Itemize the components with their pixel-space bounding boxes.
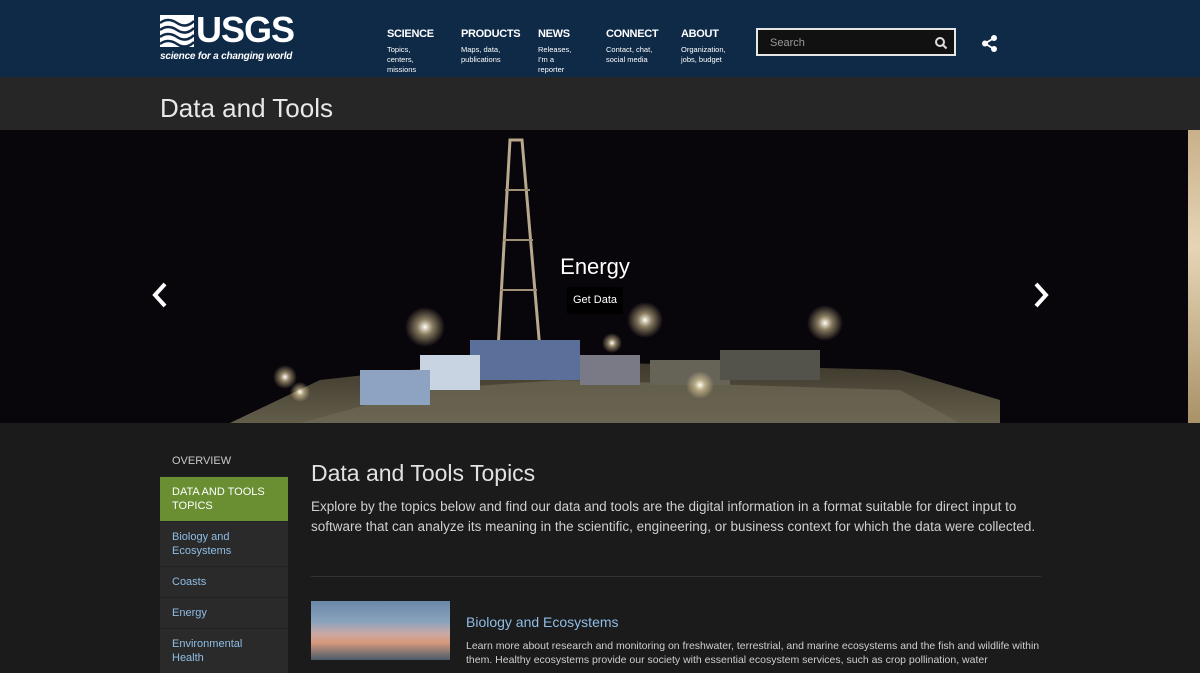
divider xyxy=(311,576,1041,577)
sidebar-nav: OVERVIEW DATA AND TOOLS TOPICS Biology a… xyxy=(160,446,288,673)
hero-carousel: Energy Get Data xyxy=(0,130,1200,423)
logo-tagline: science for a changing world xyxy=(160,51,293,62)
get-data-button[interactable]: Get Data xyxy=(567,287,623,314)
sidebar-item-energy[interactable]: Energy xyxy=(160,597,288,628)
search-icon[interactable] xyxy=(934,36,948,50)
nav-products-sub: Maps, data, publications xyxy=(461,45,501,64)
sidebar-item-data-and-tools-topics[interactable]: DATA AND TOOLS TOPICS xyxy=(160,476,288,521)
nav-connect-title: CONNECT xyxy=(606,28,659,40)
chevron-right-icon[interactable] xyxy=(1029,280,1053,310)
nav-science[interactable]: SCIENCE Topics, centers, missions xyxy=(387,28,434,75)
main-content: Data and Tools Topics Explore by the top… xyxy=(311,460,1041,537)
card-title-biology-and-ecosystems[interactable]: Biology and Ecosystems xyxy=(466,614,619,630)
nav-news-title: NEWS xyxy=(538,28,570,40)
nav-news[interactable]: NEWS Releases, I'm a reporter xyxy=(538,28,571,75)
search-box xyxy=(756,28,956,56)
chevron-left-icon[interactable] xyxy=(148,280,172,310)
section-intro: Explore by the topics below and find our… xyxy=(311,499,1036,534)
nav-about-sub: Organization, jobs, budget xyxy=(681,45,726,64)
sidebar-item-biology-and-ecosystems[interactable]: Biology and Ecosystems xyxy=(160,521,288,566)
nav-science-sub: Topics, centers, missions xyxy=(387,45,417,74)
search-input[interactable] xyxy=(768,34,932,52)
hero-title: Energy xyxy=(560,254,630,279)
nav-science-title: SCIENCE xyxy=(387,28,434,40)
usgs-logo[interactable]: USGS science for a changing world xyxy=(160,12,295,63)
sidebar-item-coasts[interactable]: Coasts xyxy=(160,566,288,597)
nav-connect[interactable]: CONNECT Contact, chat, social media xyxy=(606,28,659,65)
page-title-bar: Data and Tools xyxy=(0,77,1200,130)
nav-about-title: ABOUT xyxy=(681,28,719,40)
sidebar-overview-link[interactable]: OVERVIEW xyxy=(160,446,288,476)
card-description: Learn more about research and monitoring… xyxy=(466,640,1040,666)
nav-products[interactable]: PRODUCTS Maps, data, publications xyxy=(461,28,521,65)
sidebar-item-environmental-health[interactable]: Environmental Health xyxy=(160,628,288,673)
site-header: USGS science for a changing world SCIENC… xyxy=(0,0,1200,77)
nav-products-title: PRODUCTS xyxy=(461,28,521,40)
nav-about[interactable]: ABOUT Organization, jobs, budget xyxy=(681,28,726,65)
section-heading: Data and Tools Topics xyxy=(311,460,536,486)
page-title: Data and Tools xyxy=(160,93,333,123)
biology-ecosystems-thumbnail[interactable] xyxy=(311,601,450,660)
share-icon[interactable] xyxy=(981,35,998,52)
nav-news-sub: Releases, I'm a reporter xyxy=(538,45,572,74)
usgs-wave-logo-icon xyxy=(160,15,194,47)
nav-connect-sub: Contact, chat, social media xyxy=(606,45,653,64)
logo-wordmark: USGS xyxy=(196,9,295,50)
